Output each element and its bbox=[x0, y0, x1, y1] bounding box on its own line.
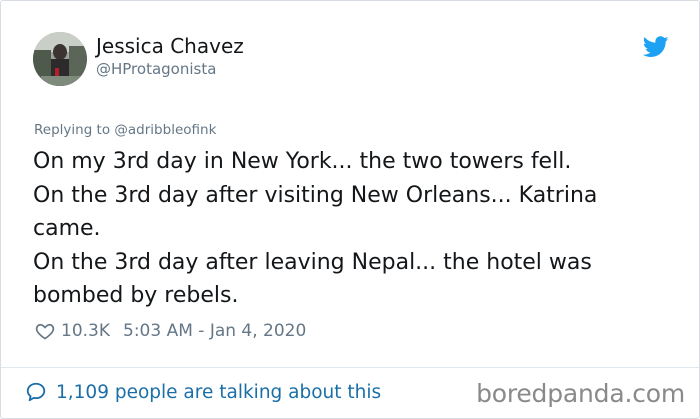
twitter-bird-icon[interactable] bbox=[643, 36, 669, 58]
tweet-line: came. bbox=[33, 216, 101, 241]
tweet-line: On my 3rd day in New York... the two tow… bbox=[33, 149, 572, 174]
tweet-text: On my 3rd day in New York... the two tow… bbox=[33, 145, 673, 313]
boredpanda-watermark: boredpanda.com bbox=[476, 379, 685, 408]
replying-to-label: Replying to bbox=[34, 122, 111, 138]
tweet-line: bombed by rebels. bbox=[33, 283, 239, 308]
replying-to: Replying to @adribbleofink bbox=[34, 122, 216, 138]
heart-outline-icon[interactable] bbox=[35, 321, 55, 341]
tweet-meta: 10.3K 5:03 AM - Jan 4, 2020 bbox=[35, 319, 306, 343]
author-handle[interactable]: @HProtagonista bbox=[96, 60, 216, 78]
divider bbox=[1, 367, 699, 368]
conversation-text: 1,109 people are talking about this bbox=[56, 381, 382, 403]
like-count[interactable]: 10.3K bbox=[61, 321, 110, 341]
tweet-line: On the 3rd day after visiting New Orlean… bbox=[33, 182, 598, 208]
conversation-link[interactable]: 1,109 people are talking about this bbox=[25, 381, 381, 403]
tweet-card: Jessica Chavez @HProtagonista Replying t… bbox=[0, 0, 700, 419]
speech-bubble-icon bbox=[26, 382, 46, 402]
tweet-line: On the 3rd day after leaving Nepal... th… bbox=[33, 249, 592, 275]
author-name[interactable]: Jessica Chavez bbox=[96, 34, 244, 58]
avatar-photo bbox=[33, 32, 87, 86]
replying-to-handle[interactable]: @adribbleofink bbox=[114, 122, 216, 138]
tweet-timestamp[interactable]: 5:03 AM - Jan 4, 2020 bbox=[123, 321, 306, 341]
avatar[interactable] bbox=[33, 32, 87, 86]
